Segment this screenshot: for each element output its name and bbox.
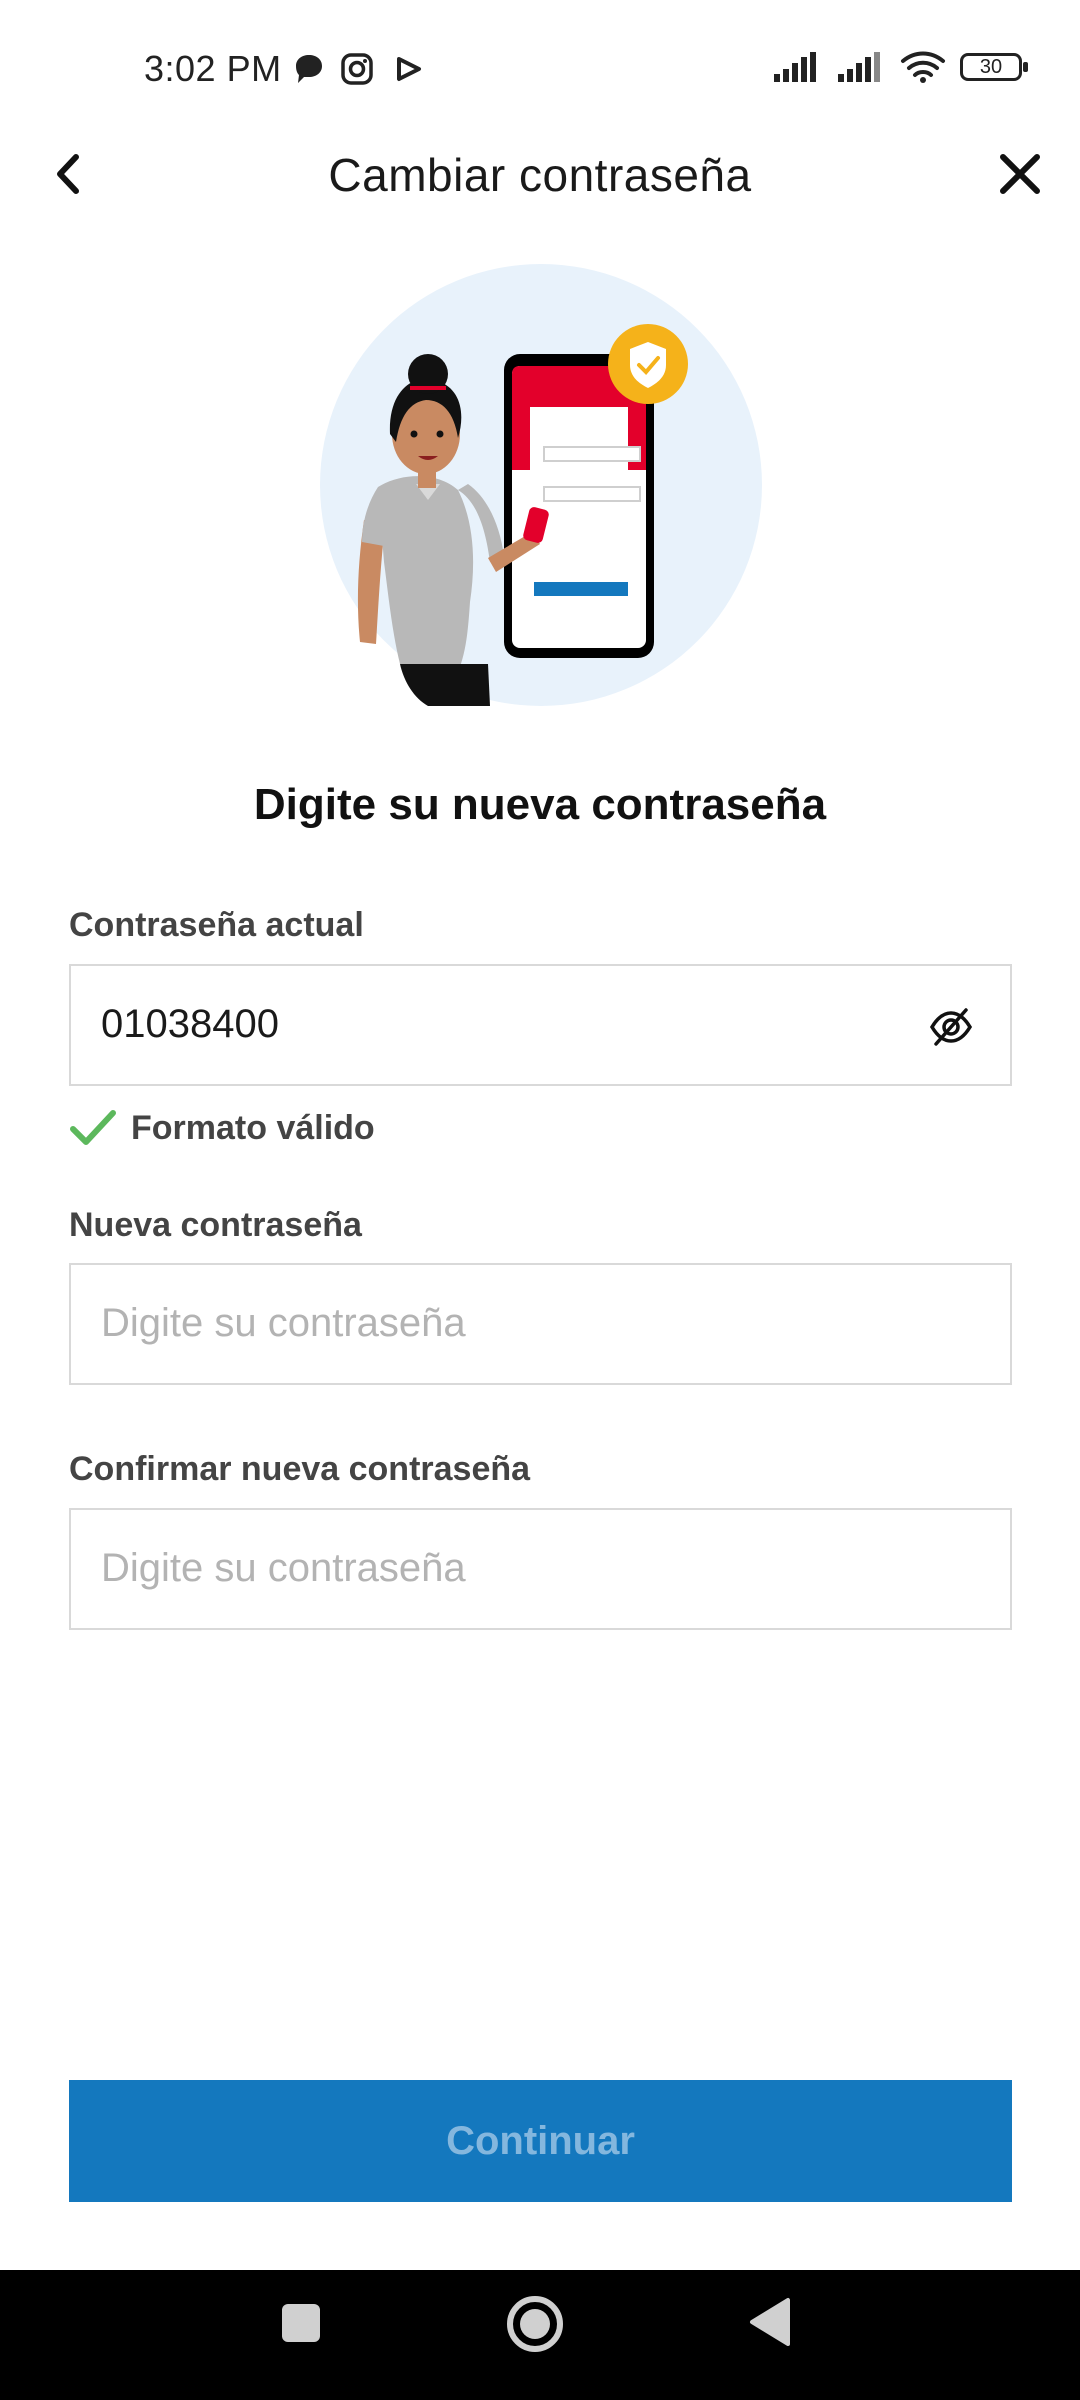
current-password-field[interactable]: 01038400	[69, 964, 1012, 1086]
continue-button-label: Continuar	[446, 2118, 635, 2163]
current-password-value: 01038400	[101, 1002, 279, 1046]
new-password-label: Nueva contraseña	[69, 1206, 362, 1244]
check-icon	[70, 1110, 116, 1145]
form-heading: Digite su nueva contraseña	[253, 780, 827, 829]
confirm-password-label: Confirmar nueva contraseña	[69, 1450, 531, 1488]
top-app-bar: Cambiar contraseña	[0, 130, 1080, 220]
back-triangle-icon[interactable]	[748, 2296, 794, 2348]
page-title: Cambiar contraseña	[328, 149, 752, 201]
status-time: 3:02 PM	[144, 48, 282, 89]
eye-off-icon[interactable]	[928, 1004, 974, 1050]
status-bar: 3:02 PM 30	[0, 0, 1080, 140]
continue-button[interactable]: Continuar	[69, 2080, 1012, 2202]
home-icon[interactable]	[505, 2294, 565, 2354]
signal-icon	[838, 52, 880, 82]
system-navigation-bar	[0, 2270, 1080, 2400]
new-password-placeholder: Digite su contraseña	[101, 1301, 466, 1345]
validation-message: Formato válido	[69, 1108, 375, 1148]
instagram-icon	[341, 53, 373, 85]
validation-text: Formato válido	[131, 1108, 375, 1147]
confirm-password-placeholder: Digite su contraseña	[101, 1546, 466, 1590]
recent-apps-icon[interactable]	[278, 2300, 324, 2346]
confirm-password-field[interactable]: Digite su contraseña	[69, 1508, 1012, 1630]
new-password-field[interactable]: Digite su contraseña	[69, 1263, 1012, 1385]
play-store-icon	[397, 57, 421, 81]
battery-icon: 30	[960, 53, 1028, 81]
status-indicators: 30	[772, 50, 1028, 84]
chat-bubble-icon	[296, 55, 322, 83]
close-button[interactable]	[988, 142, 1052, 206]
current-password-label: Contraseña actual	[69, 906, 364, 944]
close-icon	[1000, 154, 1040, 194]
wifi-icon	[901, 51, 945, 83]
security-illustration	[320, 264, 762, 706]
signal-icon	[774, 52, 816, 82]
